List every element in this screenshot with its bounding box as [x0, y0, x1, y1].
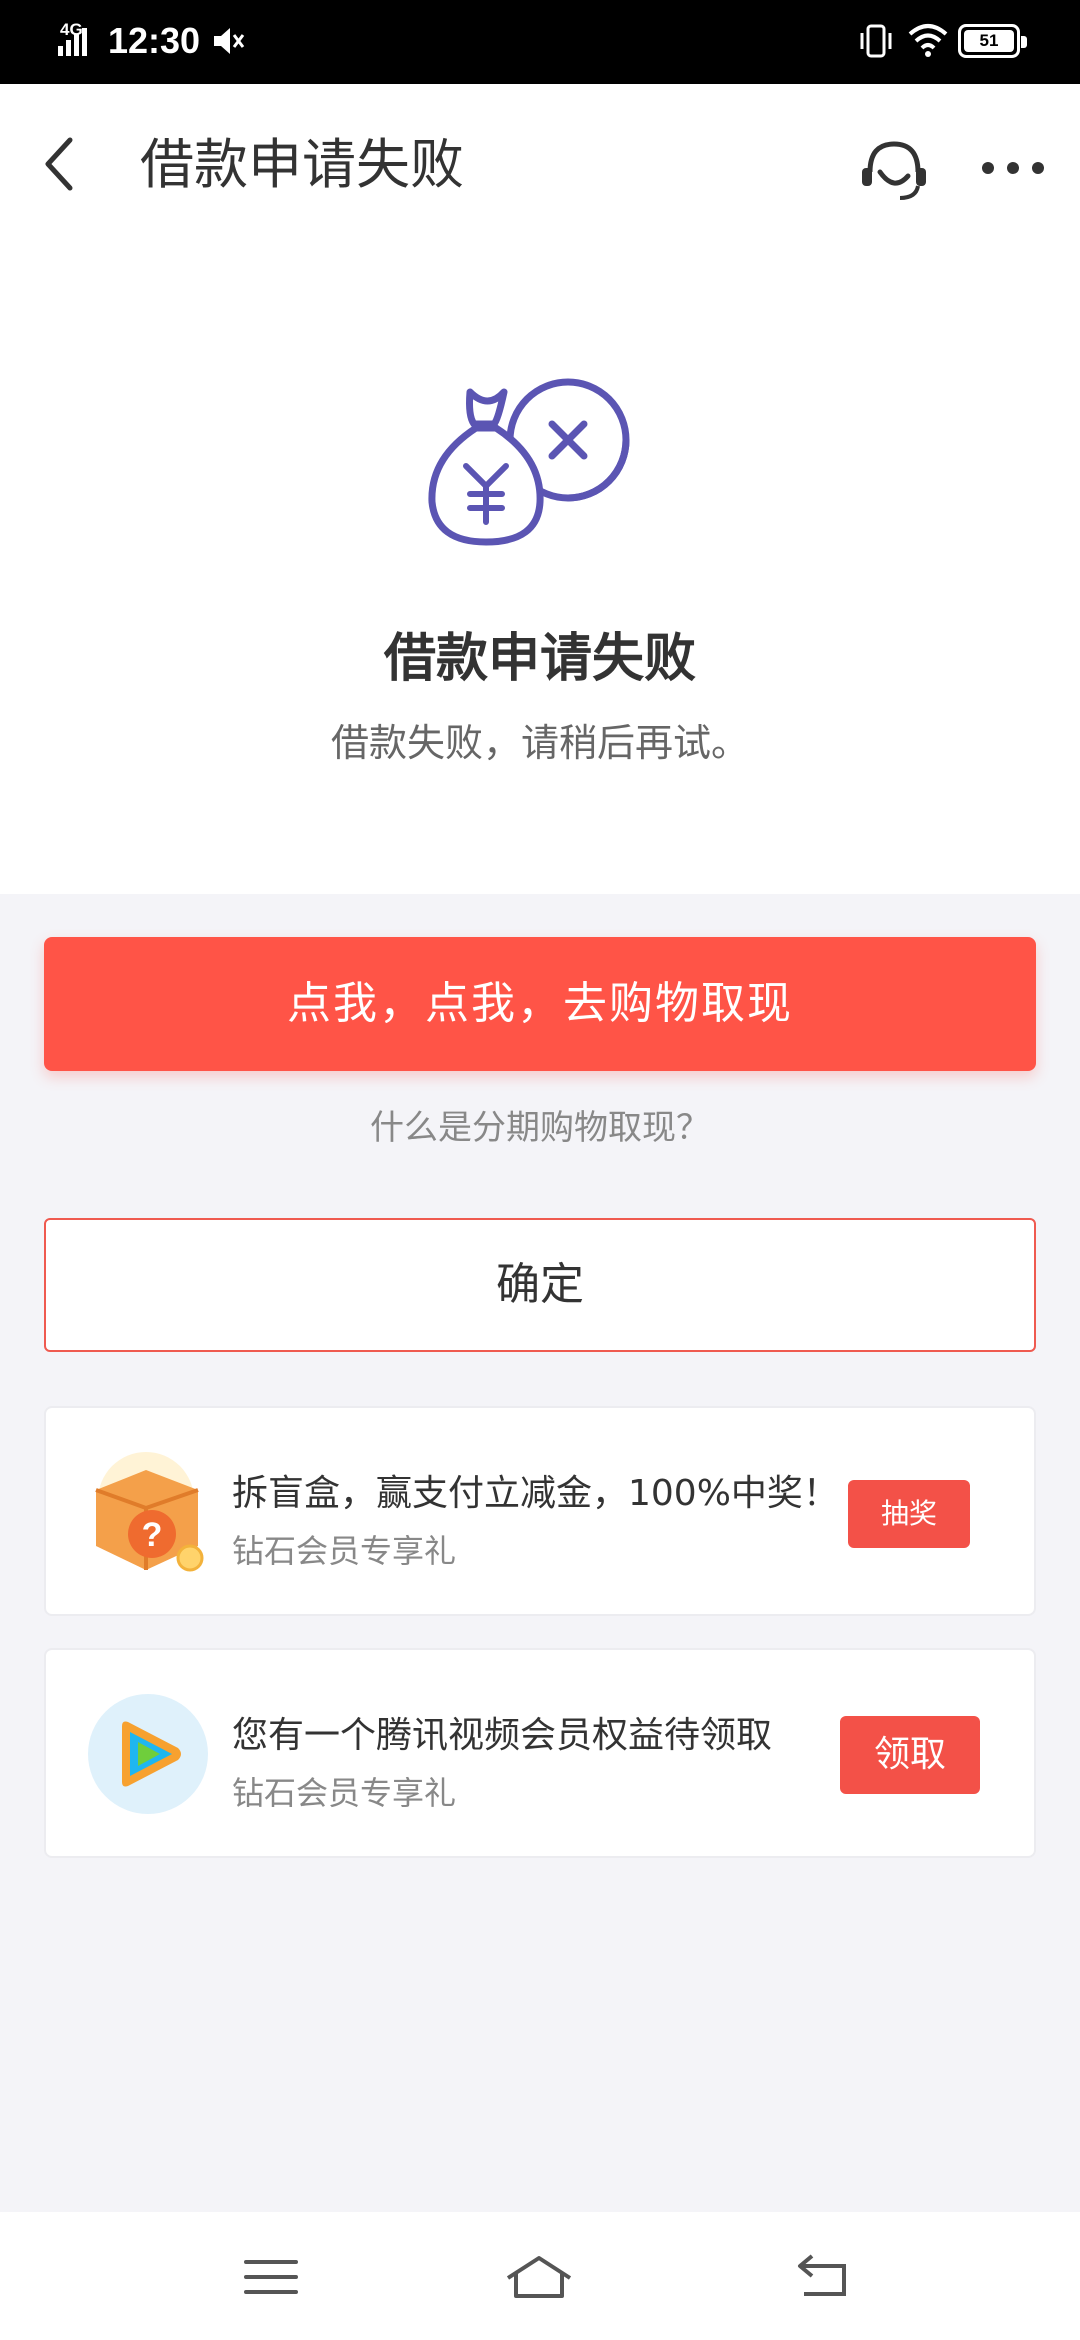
status-bar: 4G 12:30 51	[0, 0, 1080, 84]
vibrate-icon	[860, 24, 892, 58]
battery-level: 51	[964, 30, 1014, 52]
mute-icon	[214, 28, 245, 54]
signal-icon	[58, 28, 87, 56]
battery-icon: 51	[958, 24, 1027, 58]
svg-text:?: ?	[142, 1516, 163, 1554]
tencent-video-icon	[88, 1694, 208, 1814]
promo-title: 您有一个腾讯视频会员权益待领取	[232, 1715, 773, 1756]
money-bag-failed-icon	[428, 378, 630, 546]
claim-button[interactable]: 领取	[840, 1716, 980, 1794]
more-icon[interactable]	[980, 156, 1046, 180]
wifi-icon	[908, 24, 948, 57]
clock: 12:30	[108, 20, 201, 61]
customer-service-icon[interactable]	[858, 136, 930, 206]
menu-icon[interactable]	[236, 2252, 306, 2302]
promo-card[interactable]: 您有一个腾讯视频会员权益待领取 钻石会员专享礼 领取	[44, 1648, 1036, 1858]
result-title: 借款申请失败	[383, 629, 696, 689]
page-title: 借款申请失败	[140, 133, 464, 196]
promo-title: 拆盲盒，赢支付立减金，100%中奖！	[232, 1473, 839, 1514]
back-nav-icon[interactable]	[788, 2252, 858, 2302]
promo-card[interactable]: ? 拆盲盒，赢支付立减金，100%中奖！ 钻石会员专享礼 抽奖	[44, 1406, 1036, 1616]
promo-subtitle: 钻石会员专享礼	[232, 1532, 457, 1570]
system-nav-bar	[0, 2212, 1080, 2340]
shop-cash-button[interactable]: 点我，点我，去购物取现	[44, 937, 1036, 1071]
installment-help-link[interactable]: 什么是分期购物取现？	[0, 1100, 1080, 1149]
back-icon[interactable]	[38, 134, 84, 194]
promo-subtitle: 钻石会员专享礼	[232, 1774, 457, 1812]
header: 借款申请失败	[0, 84, 1080, 244]
lottery-button[interactable]: 抽奖	[848, 1480, 970, 1548]
result-description: 借款失败，请稍后再试。	[330, 721, 749, 765]
home-icon[interactable]	[504, 2252, 574, 2302]
confirm-button[interactable]: 确定	[44, 1218, 1036, 1352]
blind-box-icon: ?	[95, 1452, 204, 1572]
